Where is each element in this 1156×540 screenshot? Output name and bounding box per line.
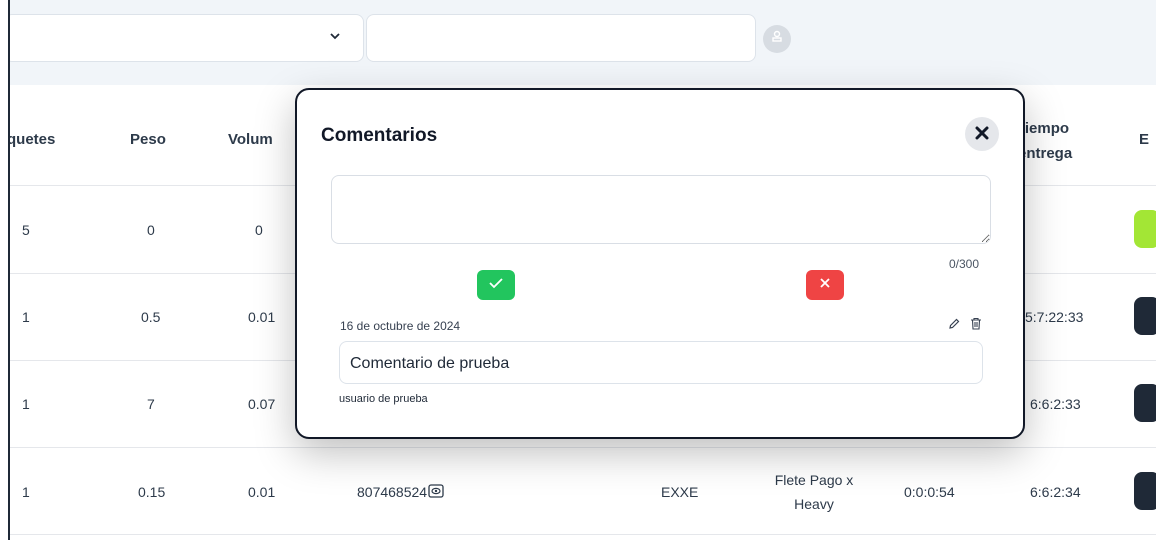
header-paquetes: quetes [7,131,56,148]
comment-textarea[interactable] [331,175,991,244]
cell-tiempo-entrega: 5:7:22:33 [1025,309,1084,325]
cell-peso: 0.5 [141,309,161,325]
filter-text-input[interactable] [366,14,756,62]
cell-peso: 0 [147,222,155,238]
cell-tiempo-entrega: 6:6:2:33 [1030,396,1081,412]
cell-paquetes: 5 [22,222,30,238]
close-button[interactable] [965,117,999,151]
comment-text: Comentario de prueba [339,341,983,384]
cell-carrier: EXXE [661,484,699,500]
stamp-icon [770,30,784,49]
status-badge [1134,297,1156,335]
cell-peso: 0.15 [138,484,166,500]
status-badge [1134,384,1156,422]
modal-title: Comentarios [321,125,438,146]
confirm-button[interactable] [477,270,515,300]
filter-bar [4,0,1156,85]
status-badge [1134,210,1156,248]
cell-tiempo-entrega: 6:6:2:34 [1030,484,1081,500]
pencil-icon[interactable] [948,317,960,335]
trash-icon[interactable] [970,317,982,335]
header-volumen: Volum [228,131,273,148]
cell-volumen: 0.07 [248,396,276,412]
cell-paquetes: 1 [22,396,30,412]
close-icon [975,123,989,146]
comment-author: usuario de prueba [339,393,428,405]
filter-bar-band [10,60,1156,85]
cancel-button[interactable] [806,270,844,300]
check-icon [488,276,504,294]
filter-select[interactable] [4,14,364,62]
left-edge-border [0,0,10,540]
cell-paquetes: 1 [22,484,30,500]
character-counter: 0/300 [949,257,980,271]
chevron-down-icon [329,29,341,45]
stamp-button[interactable] [763,25,791,53]
cell-servicio-2: Heavy [794,496,834,512]
cell-volumen: 0 [255,222,263,238]
comment-date: 16 de octubre de 2024 [340,319,461,333]
cell-peso: 7 [147,396,155,412]
close-icon [819,276,831,294]
table-row[interactable]: 1 0.15 0.01 807468524 EXXE Flete Pago x … [10,448,1156,535]
cell-volumen: 0.01 [248,309,276,325]
status-badge [1134,472,1156,510]
cell-servicio-1: Flete Pago x [774,472,854,488]
header-peso: Peso [130,131,166,148]
cell-volumen: 0.01 [248,484,276,500]
comments-modal: Comentarios 0/300 16 de octubre de 2024 … [295,88,1025,439]
eye-icon[interactable] [428,484,444,503]
header-tiempo-entrega-2: entrega [1018,145,1073,162]
cell-guia: 807468524 [357,484,428,500]
cell-tiempo: 0:0:0:54 [904,484,955,500]
header-estado: E [1139,131,1150,148]
cell-paquetes: 1 [22,309,30,325]
